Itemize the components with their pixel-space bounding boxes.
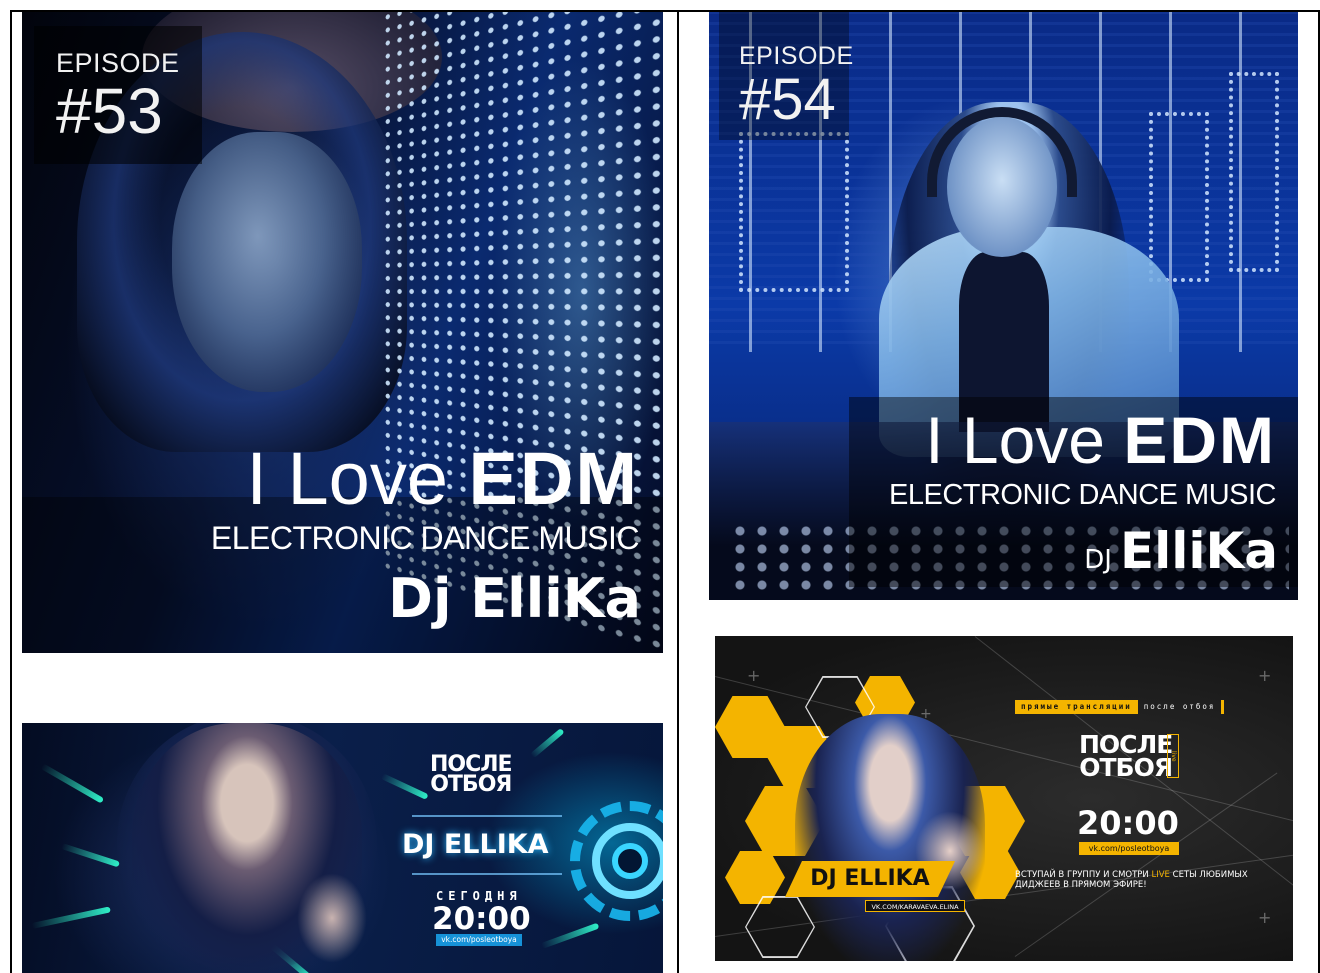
posle-otboya-logo: ПОСЛЕ ОТБОЯ bbox=[430, 754, 513, 797]
show-subtitle: ELECTRONIC DANCE MUSIC bbox=[889, 479, 1277, 511]
geo-line bbox=[1014, 772, 1278, 957]
stream-banner-blue: ПОСЛЕ ОТБОЯ DJ ELLIKA СЕГОДНЯ 20:00 vk.c… bbox=[22, 723, 663, 973]
light-streak bbox=[540, 922, 600, 949]
promo-live: LIVE bbox=[1151, 870, 1170, 880]
dj-name: Dj ElliKa bbox=[388, 567, 641, 630]
episode-number: #54 bbox=[739, 67, 836, 132]
logo-line-2: ОТБОЯ bbox=[430, 771, 512, 797]
light-frame bbox=[739, 132, 849, 292]
dj-prefix: DJ bbox=[1084, 545, 1112, 575]
start-time: 20:00 bbox=[432, 901, 531, 937]
episode-badge: EPISODE #54 bbox=[719, 12, 854, 140]
dj-label: DJ ELLIKA bbox=[402, 829, 549, 860]
plus-icon: + bbox=[1258, 666, 1272, 685]
title-thin: I Love bbox=[246, 437, 469, 520]
tag-tail: после отбоя bbox=[1138, 700, 1225, 714]
vk-link: VK.COM/KARAVAEVA.ELINA bbox=[865, 900, 965, 912]
divider-line bbox=[412, 815, 562, 817]
dj-label: DJ ELLIKA bbox=[810, 866, 930, 891]
stream-tag: прямые трансляции после отбоя bbox=[1015, 700, 1225, 714]
light-streak bbox=[31, 906, 111, 929]
promo-text: ВСТУПАЙ В ГРУППУ И СМОТРИ LIVE СЕТЫ ЛЮБИ… bbox=[1015, 870, 1255, 890]
title-bold: EDM bbox=[1123, 403, 1276, 477]
light-streak bbox=[530, 727, 565, 759]
peace-hand bbox=[297, 873, 367, 963]
stream-banner-yellow: + + + + прямые трансляции после отбоя ПО… bbox=[715, 636, 1293, 961]
column-divider bbox=[677, 10, 679, 973]
promo-before: ВСТУПАЙ В ГРУППУ И СМОТРИ bbox=[1015, 870, 1152, 880]
light-streak bbox=[380, 773, 429, 800]
episode-badge: EPISODE #53 bbox=[34, 26, 202, 164]
dj-portrait bbox=[172, 132, 362, 392]
start-time: 20:00 bbox=[1077, 804, 1179, 842]
episode-word: EPISODE bbox=[56, 48, 180, 78]
title-bold: EDM bbox=[468, 437, 639, 520]
title-thin: I Love bbox=[925, 403, 1124, 477]
show-title: I Love EDM bbox=[246, 442, 639, 516]
episode-54-cover: EPISODE #54 I Love EDM ELECTRONIC DANCE … bbox=[709, 12, 1298, 600]
target-core-icon bbox=[612, 843, 648, 879]
episode-53-cover: EPISODE #53 I Love EDM ELECTRONIC DANCE … bbox=[22, 12, 663, 653]
episode-number: #53 bbox=[56, 75, 163, 147]
divider-line bbox=[412, 873, 562, 875]
show-title: I Love EDM bbox=[925, 407, 1276, 473]
light-streak bbox=[61, 843, 120, 868]
posle-otboya-logo: ПОСЛЕ ОТБОЯ bbox=[1079, 732, 1173, 782]
episode-word: EPISODE bbox=[739, 42, 854, 70]
tag-lead: прямые трансляции bbox=[1015, 700, 1138, 714]
plus-icon: + bbox=[1258, 908, 1272, 927]
logo-line-2: ОТБОЯ bbox=[1079, 752, 1173, 782]
plus-icon: + bbox=[747, 666, 761, 685]
light-streak bbox=[40, 763, 105, 804]
show-subtitle: ELECTRONIC DANCE MUSIC bbox=[210, 520, 640, 556]
live-badge: live bbox=[1167, 734, 1179, 778]
dj-name-text: ElliKa bbox=[1119, 522, 1278, 580]
light-frame bbox=[1229, 72, 1279, 272]
dj-name: DJ ElliKa bbox=[1084, 522, 1278, 580]
light-frame bbox=[1149, 112, 1209, 282]
group-url: vk.com/posleotboya bbox=[436, 934, 522, 946]
group-url: vk.com/posleotboya bbox=[1079, 842, 1179, 855]
dj-name-plate: DJ ELLIKA bbox=[785, 861, 955, 897]
